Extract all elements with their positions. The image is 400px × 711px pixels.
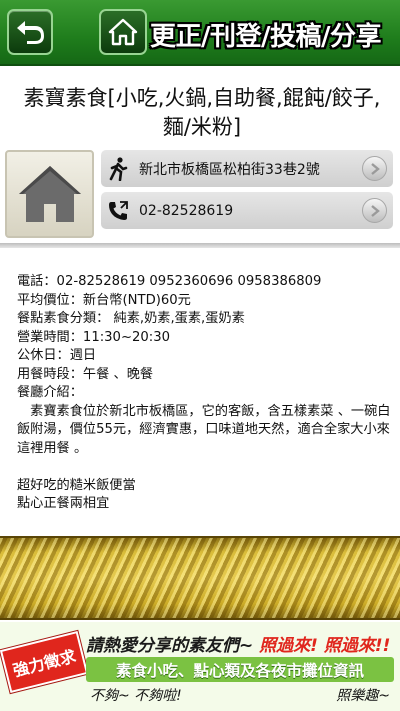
address-row[interactable]: 新北市板橋區松柏街33巷2號 [101, 150, 393, 187]
detail-intro-label: 餐廳介紹： [17, 385, 83, 400]
home-button[interactable] [99, 9, 147, 55]
detail-holiday: 公休日：週日 [17, 348, 97, 363]
detail-note-2: 點心正餐兩相宜 [17, 496, 110, 511]
detail-price: 平均價位：新台幣(NTD)60元 [17, 292, 191, 308]
walking-person-icon [109, 156, 128, 181]
detail-phone: 電話：02-82528619 0952360696 0958386809 [17, 274, 322, 289]
ad-footer-right: 照樂趣~ [336, 688, 390, 704]
app-header: 更正/刊登/投稿/分享 [0, 0, 400, 66]
chevron-right-icon[interactable] [362, 156, 387, 181]
ad-banner[interactable]: 強力徵求 請熱愛分享的素友們~ 照過來! 照過來!! 素食小吃、點心類及各夜市攤… [0, 622, 400, 711]
address-text: 新北市板橋區松柏街33巷2號 [139, 161, 320, 178]
restaurant-details: 電話：02-82528619 0952360696 0958386809 平均價… [17, 273, 392, 514]
detail-note-1: 超好吃的糙米飯便當 [17, 477, 136, 493]
back-button[interactable] [7, 9, 53, 55]
ad-footer: 不夠~ 不夠啦! 照樂趣~ [90, 685, 390, 705]
detail-intro-text: 素寶素食位於新北市板橋區，它的客飯，含五樣素菜 、一碗白飯附湯，價位55元，經濟… [17, 403, 391, 456]
decorative-rope-banner [0, 536, 400, 620]
ad-stamp: 強力徵求 [0, 630, 89, 694]
detail-meal-times: 用餐時段：午餐 、晚餐 [17, 366, 154, 382]
phone-icon [109, 200, 128, 220]
home-icon [108, 18, 138, 46]
phone-text: 02-82528619 [139, 202, 234, 219]
header-title[interactable]: 更正/刊登/投稿/分享 [150, 16, 396, 54]
back-arrow-icon [17, 21, 44, 44]
ad-headline: 請熱愛分享的素友們~ 照過來! 照過來!! [86, 631, 400, 656]
detail-hours: 營業時間：11:30~20:30 [17, 329, 170, 345]
ad-subheadline: 素食小吃、點心類及各夜市攤位資訊 [86, 657, 394, 682]
restaurant-image [5, 150, 94, 238]
ad-headline-text: 請熱愛分享的素友們~ [86, 636, 254, 656]
phone-row[interactable]: 02-82528619 [101, 192, 393, 229]
page-title: 素寶素食[小吃,火鍋,自助餐,餛飩/餃子,麵/米粉] [23, 86, 381, 139]
house-icon [18, 166, 81, 222]
chevron-right-icon[interactable] [362, 198, 387, 223]
detail-category: 餐點素食分類： 純素,奶素,蛋素,蛋奶素 [17, 311, 245, 326]
ad-headline-highlight: 照過來! 照過來!! [253, 636, 391, 656]
ad-footer-left: 不夠~ 不夠啦! [90, 688, 182, 704]
section-divider [0, 243, 400, 248]
